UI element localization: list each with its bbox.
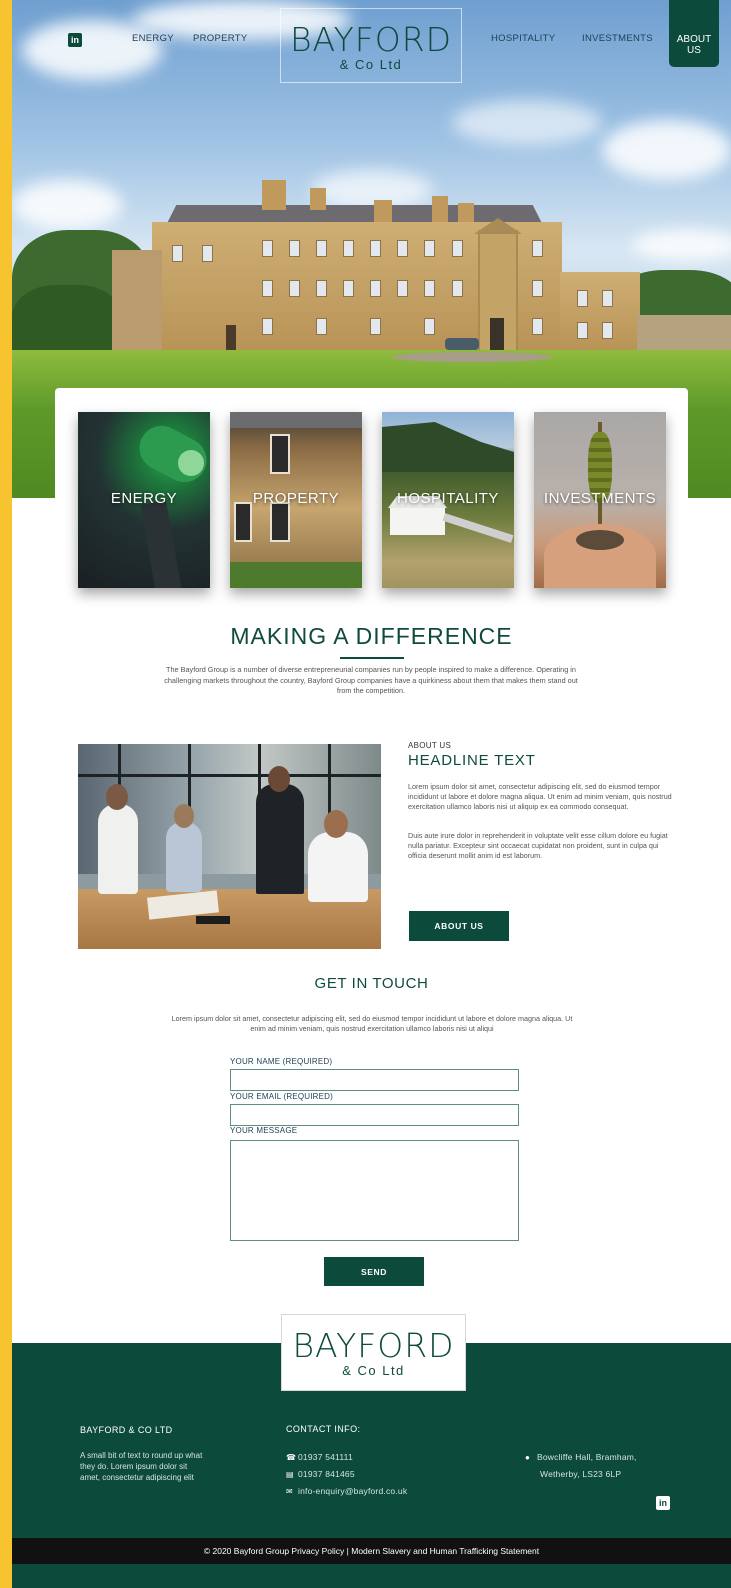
about-us-button[interactable]: ABOUT US	[409, 911, 509, 941]
person-head	[268, 766, 290, 792]
header-logo[interactable]: BAYFORD & Co Ltd	[280, 8, 462, 83]
footer-logo-subtitle: & Co Ltd	[342, 1363, 405, 1378]
card-window	[270, 434, 290, 474]
about-line-2: US	[687, 45, 701, 56]
card-label-property: PROPERTY	[252, 490, 340, 507]
person	[166, 822, 202, 892]
footer-address-line-1: Bowcliffe Hall, Bramham,	[537, 1452, 637, 1462]
footer-address-line-2: Wetherby, LS23 6LP	[540, 1469, 622, 1479]
about-meeting-image	[78, 744, 381, 949]
page: in ENERGY PROPERTY BAYFORD & Co Ltd HOSP…	[12, 0, 731, 1588]
nozzle-cap	[178, 450, 204, 476]
envelope-icon: ✉	[286, 1487, 293, 1496]
footer-linkedin-icon[interactable]: in	[656, 1496, 670, 1510]
name-field[interactable]	[230, 1069, 519, 1091]
person	[98, 804, 138, 894]
top-nav: in ENERGY PROPERTY BAYFORD & Co Ltd HOSP…	[12, 0, 731, 83]
person-head	[174, 804, 194, 828]
about-line-1: ABOUT	[676, 34, 712, 45]
person	[308, 832, 368, 902]
footer-logo-wordmark: BAYFORD	[292, 1326, 455, 1365]
copyright-bar[interactable]: © 2020 Bayford Group Privacy Policy | Mo…	[12, 1538, 731, 1564]
contact-heading: GET IN TOUCH	[314, 975, 429, 992]
phone-icon: ☎	[286, 1453, 297, 1462]
name-label: YOUR NAME (REQUIRED)	[230, 1057, 333, 1066]
footer-phone[interactable]: ☎ 01937 541111	[286, 1452, 353, 1462]
footer-address: ● Bowcliffe Hall, Bramham,	[525, 1452, 637, 1462]
heading-underline	[340, 657, 404, 659]
intro-text: The Bayford Group is a number of diverse…	[164, 665, 578, 695]
send-button[interactable]: SEND	[324, 1257, 424, 1286]
glass-frame	[78, 774, 381, 777]
footer-company-heading: BAYFORD & CO LTD	[80, 1425, 173, 1435]
footer-email[interactable]: ✉ info-enquiry@bayford.co.uk	[286, 1486, 407, 1496]
intro-heading: MAKING A DIFFERENCE	[230, 623, 513, 649]
card-road	[442, 513, 514, 543]
card-label-investments: INVESTMENTS	[543, 490, 657, 507]
card-hills	[382, 422, 514, 472]
card-cottage	[390, 507, 445, 535]
email-label: YOUR EMAIL (REQUIRED)	[230, 1092, 334, 1101]
nav-hospitality[interactable]: HOSPITALITY	[491, 33, 555, 44]
footer-email-address: info-enquiry@bayford.co.uk	[298, 1486, 408, 1496]
about-paragraph-2: Duis aute irure dolor in reprehenderit i…	[408, 831, 668, 860]
about-eyebrow: ABOUT US	[408, 741, 452, 750]
footer-contact-heading: CONTACT INFO:	[286, 1424, 361, 1434]
contact-text: Lorem ipsum dolor sit amet, consectetur …	[171, 1014, 573, 1033]
logo-subtitle: & Co Ltd	[339, 57, 403, 72]
message-field[interactable]	[230, 1140, 519, 1241]
email-field[interactable]	[230, 1104, 519, 1126]
map-pin-icon: ●	[525, 1453, 531, 1462]
person-head	[106, 784, 128, 810]
about-paragraph-1: Lorem ipsum dolor sit amet, consectetur …	[408, 782, 672, 811]
card-energy[interactable]: ENERGY	[78, 412, 210, 588]
card-coins	[576, 530, 624, 550]
card-window	[270, 502, 290, 542]
message-label: YOUR MESSAGE	[230, 1126, 298, 1135]
bottom-strip	[12, 1564, 731, 1588]
fuel-hose	[140, 500, 182, 588]
footer-logo[interactable]: BAYFORD & Co Ltd	[281, 1314, 466, 1391]
nav-investments[interactable]: INVESTMENTS	[582, 33, 653, 44]
card-label-energy: ENERGY	[110, 490, 178, 507]
left-accent-bar	[0, 0, 12, 1588]
linkedin-icon[interactable]: in	[68, 33, 82, 47]
footer-fax-number: 01937 841465	[298, 1469, 355, 1479]
phone	[196, 916, 230, 924]
nav-energy[interactable]: ENERGY	[132, 33, 174, 44]
driveway	[392, 352, 552, 362]
person-head	[324, 810, 348, 838]
nav-about-us-button[interactable]: ABOUT US	[669, 0, 719, 67]
card-roof	[230, 412, 362, 428]
about-heading: HEADLINE TEXT	[408, 752, 536, 769]
person-standing	[256, 784, 304, 894]
card-property[interactable]: PROPERTY	[230, 412, 362, 588]
card-hospitality[interactable]: HOSPITALITY	[382, 412, 514, 588]
footer-phone-number: 01937 541111	[298, 1452, 353, 1462]
nav-property[interactable]: PROPERTY	[193, 33, 248, 44]
card-label-hospitality: HOSPITALITY	[397, 490, 499, 507]
logo-wordmark: BAYFORD	[289, 20, 453, 59]
card-window	[234, 502, 252, 542]
footer-company-text: A small bit of text to round up what the…	[80, 1451, 203, 1482]
card-garden	[230, 562, 362, 588]
card-investments[interactable]: INVESTMENTS	[534, 412, 666, 588]
footer-fax: ▤ 01937 841465	[286, 1469, 355, 1479]
fax-icon: ▤	[286, 1470, 294, 1479]
